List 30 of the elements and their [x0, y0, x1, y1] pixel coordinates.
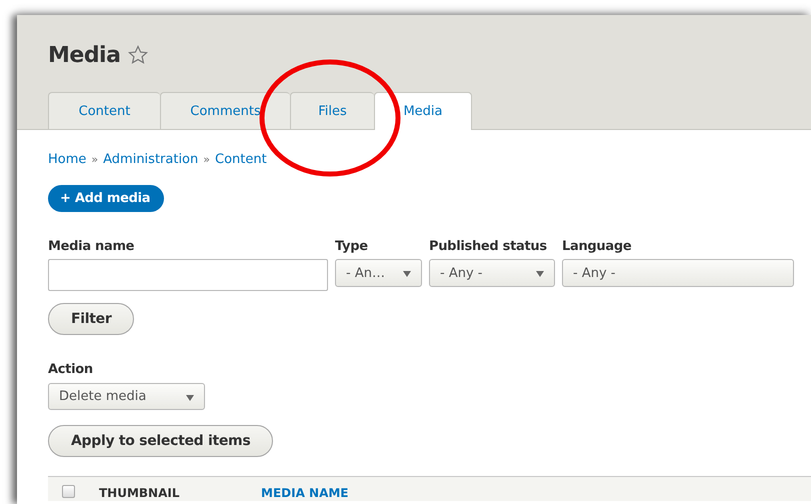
- select-all-checkbox[interactable]: [62, 485, 75, 498]
- tab[interactable]: Comments: [160, 92, 290, 129]
- breadcrumb-link[interactable]: Administration: [103, 152, 198, 166]
- action-select[interactable]: Delete media: [48, 383, 205, 410]
- field-label: Language: [562, 239, 632, 255]
- media-name-field[interactable]: [48, 259, 328, 291]
- breadcrumb-separator: »: [203, 152, 210, 166]
- field-label: Type: [335, 239, 369, 255]
- breadcrumb-link[interactable]: Home: [48, 152, 86, 166]
- tab[interactable]: Content: [48, 92, 160, 129]
- field-label: Media name: [48, 239, 136, 255]
- apply-button[interactable]: Apply to selected items: [48, 425, 274, 457]
- filter-select[interactable]: - Any -: [429, 259, 555, 287]
- field-label: Action: [48, 362, 94, 378]
- add-media-button[interactable]: + Add media: [48, 185, 164, 212]
- breadcrumb-separator: »: [91, 152, 98, 166]
- page-title: Media: [48, 42, 120, 68]
- tab[interactable]: Media: [374, 92, 472, 130]
- star-icon[interactable]: [128, 45, 148, 65]
- breadcrumb-link[interactable]: Content: [215, 152, 267, 166]
- column-header: THUMBNAIL: [99, 486, 181, 500]
- caret-icon: [186, 395, 194, 401]
- caret-icon: [536, 271, 544, 277]
- column-sort-link[interactable]: MEDIA NAME: [261, 486, 423, 500]
- caret-icon: [403, 271, 411, 277]
- filter-select[interactable]: - Any -: [562, 259, 794, 287]
- filter-select[interactable]: - An…: [335, 259, 422, 287]
- filter-button[interactable]: Filter: [48, 303, 134, 335]
- field-label: Published status: [429, 239, 548, 255]
- tab[interactable]: Files: [290, 92, 374, 129]
